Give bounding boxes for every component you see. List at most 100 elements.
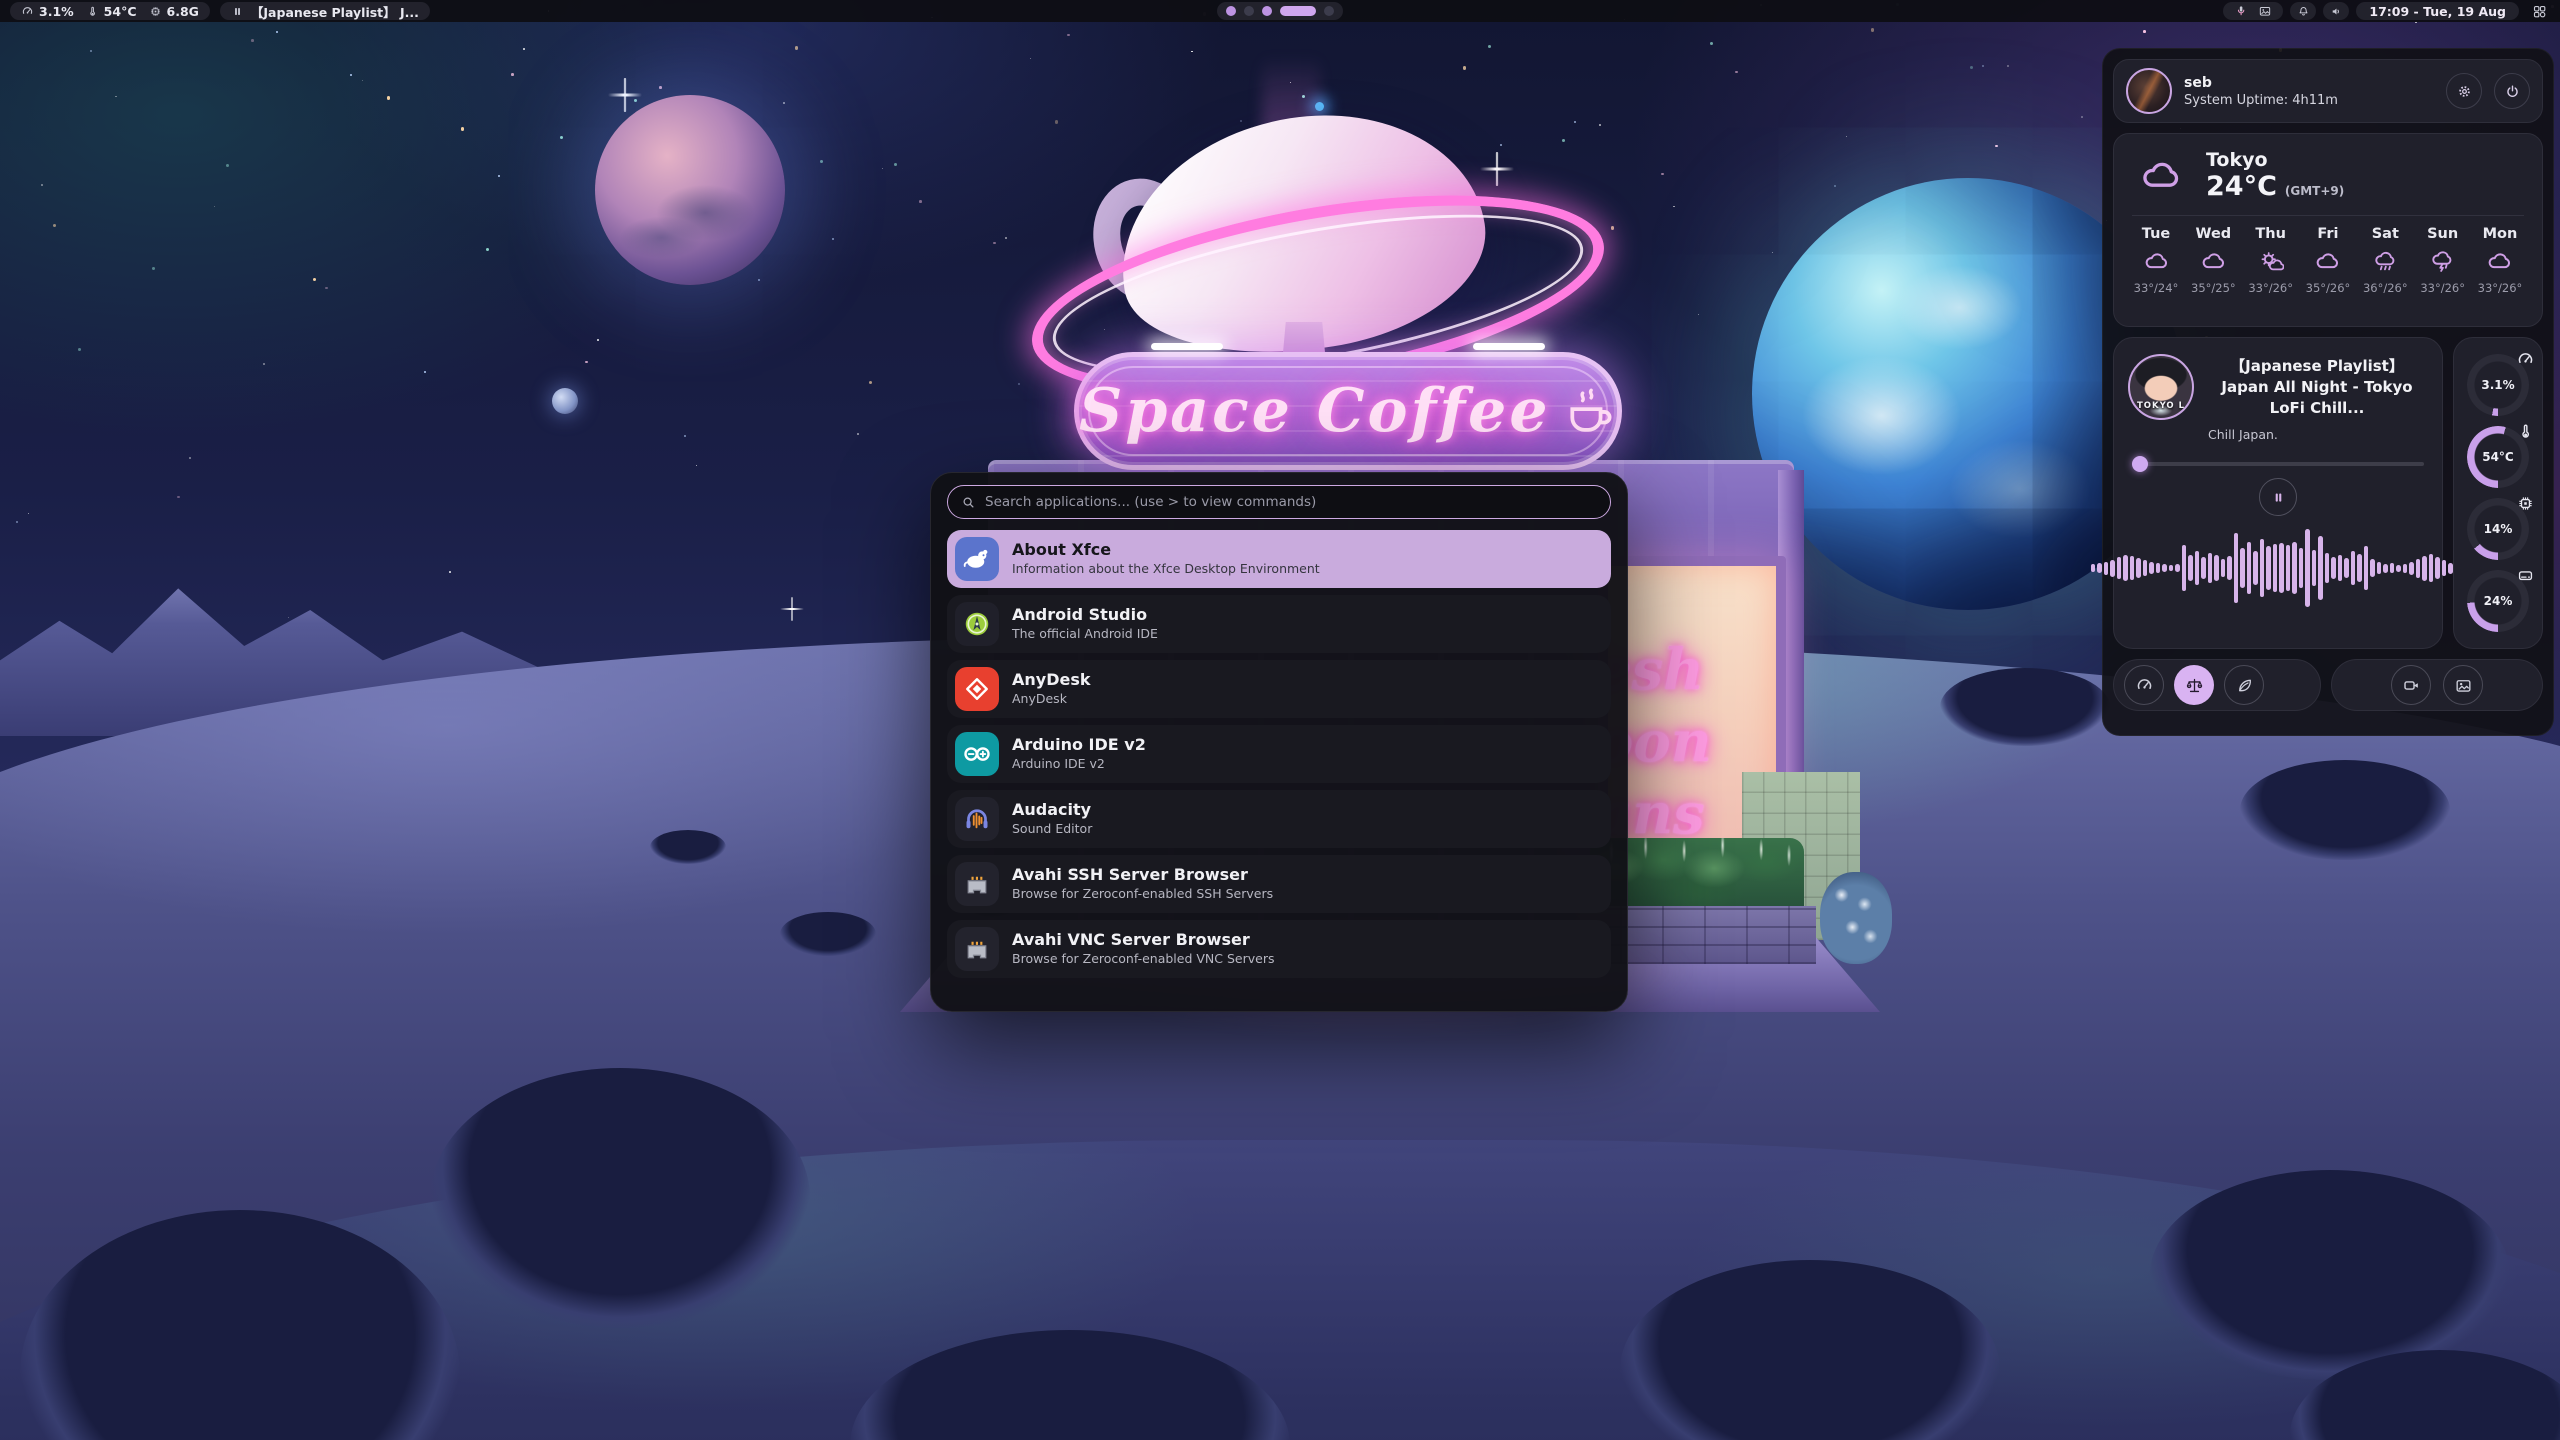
forecast-day: Sun 33°/26° [2419, 226, 2467, 295]
visualizer-bar [2370, 559, 2375, 577]
pause-button[interactable] [2259, 478, 2297, 516]
gauge-value: 24% [2467, 570, 2529, 632]
screenshot-button[interactable] [2443, 665, 2483, 705]
current-temp: 24°C [2206, 172, 2277, 202]
visualizer-bar [2396, 565, 2401, 572]
visualizer-bar [2403, 564, 2408, 573]
clock[interactable]: 17:09 - Tue, 19 Aug [2356, 2, 2519, 20]
app-name: Arduino IDE v2 [1012, 735, 1146, 755]
search-input[interactable] [985, 494, 1597, 510]
visualizer-bar [2422, 556, 2427, 581]
power-icon [2504, 83, 2521, 100]
wallpaper-tray-icon[interactable] [2258, 4, 2272, 18]
app-list-item[interactable]: AnyDesk AnyDesk [947, 660, 1611, 718]
workspace-switcher [1217, 2, 1343, 20]
video-camera-icon [2402, 676, 2421, 695]
app-list-item[interactable]: Audacity Sound Editor [947, 790, 1611, 848]
app-description: Browse for Zeroconf-enabled SSH Servers [1012, 886, 1273, 902]
app-list-item[interactable]: Avahi SSH Server Browser Browse for Zero… [947, 855, 1611, 913]
visualizer-bar [2123, 555, 2128, 581]
app-name: Avahi VNC Server Browser [1012, 930, 1274, 950]
visualizer-bar [2182, 545, 2187, 591]
app-description: Sound Editor [1012, 821, 1092, 837]
forecast-day: Wed 35°/25° [2189, 226, 2237, 295]
notifications-button[interactable] [2290, 2, 2316, 20]
seek-slider[interactable] [2132, 456, 2424, 472]
app-name: Audacity [1012, 800, 1092, 820]
crater [2150, 1170, 2510, 1380]
app-icon [955, 537, 999, 581]
pause-icon [231, 5, 244, 18]
visualizer-bar [2357, 554, 2362, 582]
weather-city: Tokyo [2206, 150, 2344, 172]
forecast-day-label: Wed [2195, 226, 2231, 242]
speedometer-icon [21, 5, 34, 18]
app-icon [955, 797, 999, 841]
visualizer-bar [2117, 557, 2122, 579]
memory-value: 6.8G [167, 4, 199, 19]
system-gauges: 3.1% 54°C 14% 24% [2453, 337, 2543, 649]
album-art-label: TOKYO L [2130, 401, 2192, 411]
forecast-day: Thu 33°/26° [2247, 226, 2295, 295]
visualizer-bar [2234, 533, 2239, 603]
app-list-item[interactable]: Android Studio The official Android IDE [947, 595, 1611, 653]
forecast-day: Tue 33°/24° [2132, 226, 2180, 295]
app-list-item[interactable]: About Xfce Information about the Xfce De… [947, 530, 1611, 588]
system-stats-pill[interactable]: 3.1% 54°C 6.8G [10, 2, 210, 20]
workspace-dot[interactable] [1226, 6, 1236, 16]
mic-tray-icon[interactable] [2234, 4, 2248, 18]
powersave-mode-button[interactable] [2224, 665, 2264, 705]
visualizer-bar [2325, 553, 2330, 583]
top-panel: 3.1% 54°C 6.8G 【Japanese Playlist】 J... [0, 0, 2560, 22]
balanced-mode-button[interactable] [2174, 665, 2214, 705]
app-list-item[interactable]: Avahi VNC Server Browser Browse for Zero… [947, 920, 1611, 978]
forecast-temps: 33°/26° [2420, 281, 2465, 295]
workspace-dot[interactable] [1262, 6, 1272, 16]
app-description: Information about the Xfce Desktop Envir… [1012, 561, 1320, 577]
workspace-dot[interactable] [1280, 6, 1316, 16]
visualizer-bar [2286, 545, 2291, 591]
app-list-item[interactable]: Arduino IDE v2 Arduino IDE v2 [947, 725, 1611, 783]
search-bar[interactable] [947, 485, 1611, 519]
coffee-cup-icon [1561, 382, 1618, 440]
image-icon [2454, 676, 2473, 695]
memory-stat: 6.8G [149, 4, 199, 19]
forecast-temps: 35°/26° [2306, 281, 2351, 295]
visualizer-bar [2097, 563, 2102, 573]
app-name: About Xfce [1012, 540, 1320, 560]
gauge-value: 3.1% [2467, 354, 2529, 416]
capture-buttons [2331, 659, 2543, 711]
flower-bush [1820, 872, 1892, 964]
workspace-dot[interactable] [1244, 6, 1254, 16]
visualizer-bar [2442, 560, 2447, 576]
volume-button[interactable] [2323, 2, 2349, 20]
forecast-day-label: Thu [2255, 226, 2286, 242]
app-description: Browse for Zeroconf-enabled VNC Servers [1012, 951, 1274, 967]
visualizer-bar [2104, 562, 2109, 575]
avatar [2126, 68, 2172, 114]
clock-label: 17:09 - Tue, 19 Aug [2369, 4, 2506, 19]
screen-record-button[interactable] [2391, 665, 2431, 705]
gauge-value: 54°C [2467, 426, 2529, 488]
forecast-day: Fri 35°/26° [2304, 226, 2352, 295]
visualizer-bar [2390, 563, 2395, 573]
forecast-day-label: Tue [2142, 226, 2170, 242]
system-gauge: 14% [2467, 498, 2529, 560]
visualizer-bar [2377, 562, 2382, 574]
forecast-temps: 33°/26° [2478, 281, 2523, 295]
app-grid-button[interactable] [2526, 2, 2552, 20]
now-playing-pill[interactable]: 【Japanese Playlist】 J... [220, 2, 430, 20]
grid-icon [2532, 4, 2547, 19]
visualizer-bar [2149, 562, 2154, 574]
visualizer-bar [2266, 546, 2271, 590]
performance-mode-button[interactable] [2124, 665, 2164, 705]
workspace-dot[interactable] [1324, 6, 1334, 16]
slider-thumb[interactable] [2132, 456, 2148, 472]
visualizer-bar [2305, 529, 2310, 607]
settings-button[interactable] [2446, 73, 2482, 109]
visualizer-bar [2188, 555, 2193, 581]
app-name: Android Studio [1012, 605, 1158, 625]
forecast-temps: 33°/24° [2134, 281, 2179, 295]
power-button[interactable] [2494, 73, 2530, 109]
weather-icon [2429, 248, 2456, 275]
